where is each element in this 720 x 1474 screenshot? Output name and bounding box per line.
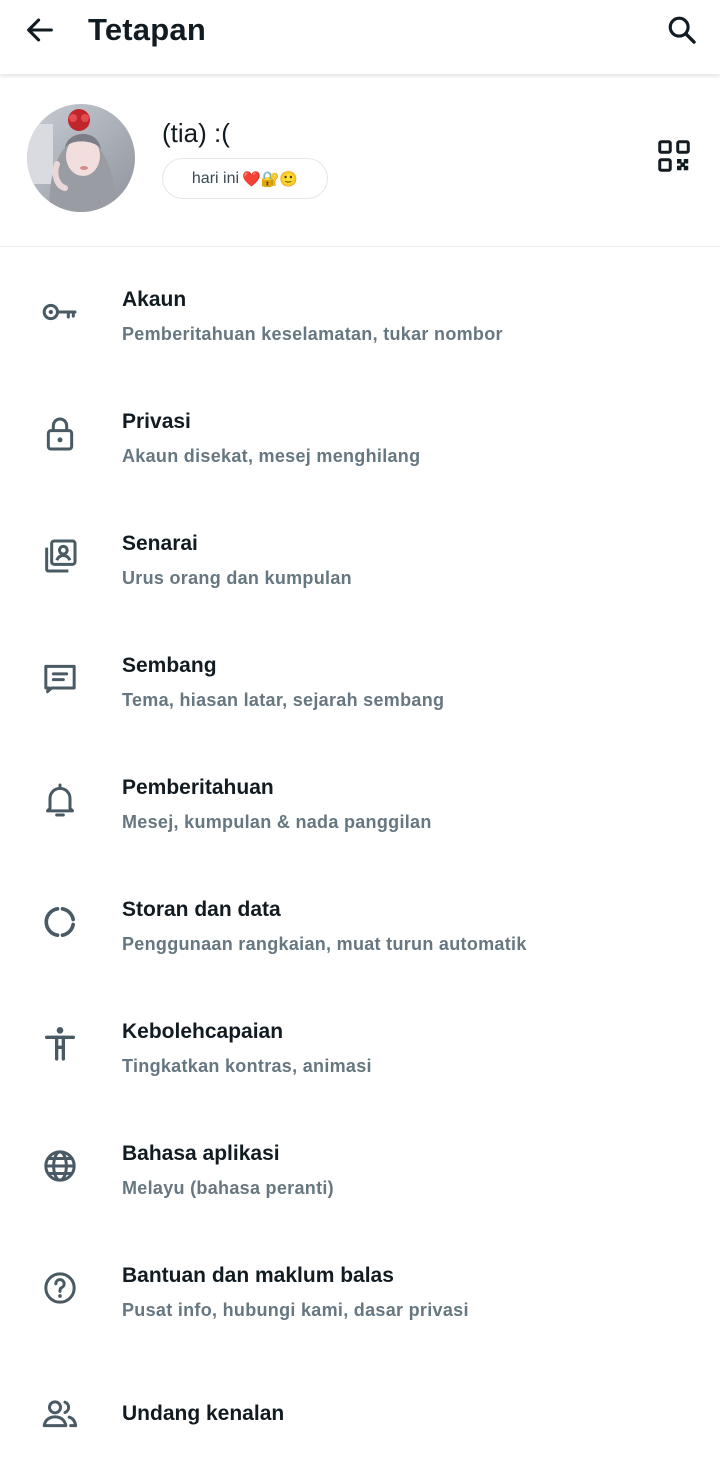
avatar[interactable] (27, 104, 135, 212)
setting-title: Bantuan dan maklum balas (122, 1264, 394, 1287)
search-button[interactable] (660, 8, 704, 52)
setting-title: Bahasa aplikasi (122, 1142, 280, 1165)
setting-subtitle: Melayu (bahasa peranti) (122, 1178, 334, 1198)
arrow-left-icon (27, 18, 53, 42)
setting-title: Undang kenalan (122, 1402, 285, 1425)
setting-subtitle: Penggunaan rangkaian, muat turun automat… (122, 934, 527, 954)
qr-code-icon (658, 140, 690, 172)
invite-people-icon (38, 1392, 82, 1436)
settings-list: Akaun Pemberitahuan keselamatan, tukar n… (0, 254, 720, 1474)
status-pill[interactable]: hari ini ❤️🔐🙂 (162, 158, 328, 199)
setting-kebolehcapaian[interactable]: Kebolehcapaian Tingkatkan kontras, anima… (0, 986, 720, 1108)
setting-subtitle: Pemberitahuan keselamatan, tukar nombor (122, 324, 503, 344)
key-icon (38, 290, 82, 334)
avatar-photo (27, 104, 135, 212)
profile-section[interactable]: (tia) :( hari ini ❤️🔐🙂 (0, 76, 720, 247)
setting-title: Privasi (122, 410, 191, 433)
setting-title: Storan dan data (122, 898, 281, 921)
setting-subtitle: Tema, hiasan latar, sejarah sembang (122, 690, 445, 710)
setting-undang-kenalan[interactable]: Undang kenalan (0, 1352, 720, 1474)
setting-akaun[interactable]: Akaun Pemberitahuan keselamatan, tukar n… (0, 254, 720, 376)
accessibility-icon (38, 1022, 82, 1066)
status-text: hari ini (191, 169, 240, 187)
setting-subtitle: Urus orang dan kumpulan (122, 568, 352, 588)
setting-subtitle: Mesej, kumpulan & nada panggilan (122, 812, 432, 832)
bell-icon (38, 778, 82, 822)
setting-title: Kebolehcapaian (122, 1020, 284, 1043)
lock-icon (38, 412, 82, 456)
contacts-list-icon (38, 534, 82, 578)
setting-privasi[interactable]: Privasi Akaun disekat, mesej menghilang (0, 376, 720, 498)
setting-subtitle: Akaun disekat, mesej menghilang (122, 446, 421, 466)
profile-name: (tia) :( (162, 118, 230, 148)
setting-sembang[interactable]: Sembang Tema, hiasan latar, sejarah semb… (0, 620, 720, 742)
data-usage-icon (38, 900, 82, 944)
setting-title: Sembang (122, 654, 217, 677)
setting-subtitle: Pusat info, hubungi kami, dasar privasi (122, 1300, 469, 1320)
setting-bantuan[interactable]: Bantuan dan maklum balas Pusat info, hub… (0, 1230, 720, 1352)
help-icon (38, 1266, 82, 1310)
globe-icon (38, 1144, 82, 1188)
search-icon (668, 16, 696, 44)
setting-storan[interactable]: Storan dan data Penggunaan rangkaian, mu… (0, 864, 720, 986)
top-app-bar: Tetapan (0, 0, 720, 74)
setting-title: Akaun (122, 288, 187, 311)
setting-senarai[interactable]: Senarai Urus orang dan kumpulan (0, 498, 720, 620)
setting-subtitle: Tingkatkan kontras, animasi (122, 1056, 372, 1076)
page-title: Tetapan (88, 12, 206, 47)
setting-title: Pemberitahuan (122, 776, 274, 799)
qr-code-button[interactable] (654, 136, 694, 176)
setting-pemberitahuan[interactable]: Pemberitahuan Mesej, kumpulan & nada pan… (0, 742, 720, 864)
chat-icon (38, 656, 82, 700)
setting-bahasa[interactable]: Bahasa aplikasi Melayu (bahasa peranti) (0, 1108, 720, 1230)
status-emojis: ❤️🔐🙂 (242, 169, 299, 188)
back-button[interactable] (18, 8, 62, 52)
setting-title: Senarai (122, 532, 198, 555)
